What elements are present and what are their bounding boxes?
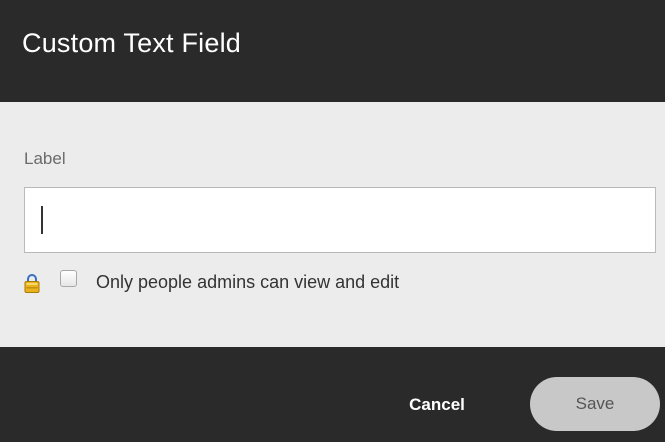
custom-text-field-dialog: Custom Text Field Label Only people admi… xyxy=(0,0,665,442)
dialog-footer: Cancel Save xyxy=(0,347,665,442)
label-input[interactable] xyxy=(24,187,656,253)
dialog-header: Custom Text Field xyxy=(0,0,665,102)
save-button[interactable]: Save xyxy=(530,377,660,431)
admins-only-checkbox-label[interactable]: Only people admins can view and edit xyxy=(96,272,399,293)
label-field-label: Label xyxy=(24,149,66,168)
dialog-body: Label Only people admins can view and ed… xyxy=(0,102,665,347)
lock-icon xyxy=(24,273,40,293)
dialog-title: Custom Text Field xyxy=(22,28,241,58)
cancel-button[interactable]: Cancel xyxy=(388,389,486,421)
text-caret xyxy=(41,206,43,234)
admins-only-checkbox[interactable] xyxy=(60,270,77,287)
